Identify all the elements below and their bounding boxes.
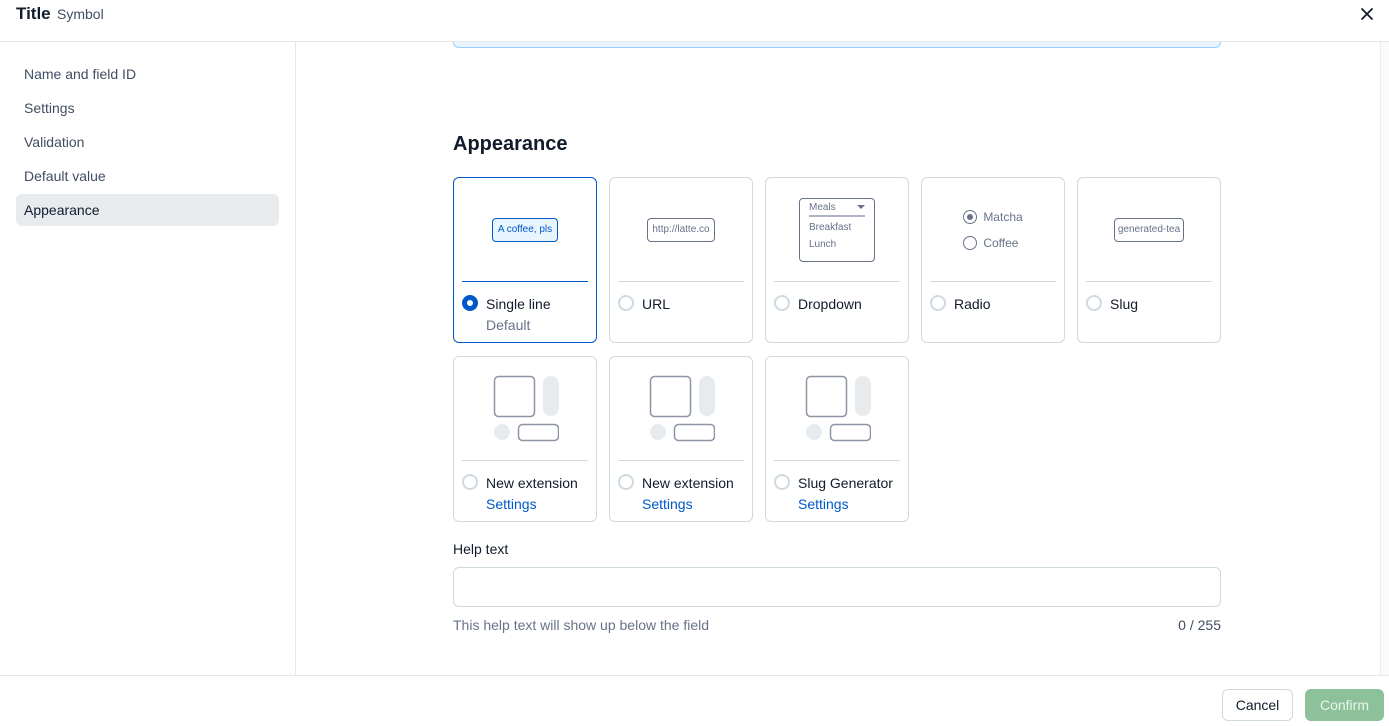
appearance-option-single-line[interactable]: A coffee, pls Single line Default [453,177,597,343]
appearance-option-dropdown[interactable]: Meals Breakfast Lunch Dropdown [765,177,909,343]
field-type: Symbol [57,6,104,22]
field-title: Title [16,4,51,23]
radio-new-extension[interactable] [462,474,478,490]
section-title-appearance: Appearance [453,133,568,155]
help-text-char-count: 0 / 255 [1178,617,1221,633]
appearance-option-slug-generator[interactable]: Slug Generator Settings [765,356,909,522]
confirm-button[interactable]: Confirm [1305,689,1384,721]
sidebar-item-settings[interactable]: Settings [16,92,279,124]
appearance-option-radio[interactable]: Matcha Coffee Radio [921,177,1065,343]
extension-settings-link[interactable]: Settings [486,496,537,512]
modal-footer: Cancel Confirm [0,675,1389,726]
radio-radio[interactable] [930,295,946,311]
preview-slug: generated-tea [1086,178,1212,282]
extension-placeholder-icon [493,375,559,441]
appearance-option-url[interactable]: http://latte.co URL [609,177,753,343]
sidebar-item-default-value[interactable]: Default value [16,160,279,192]
appearance-option-slug[interactable]: generated-tea Slug [1077,177,1221,343]
preview-radio: Matcha Coffee [930,178,1056,282]
preview-radio-option: Matcha [983,209,1023,224]
option-label: Single line [486,296,551,312]
option-label: Radio [954,296,991,312]
extension-settings-link[interactable]: Settings [642,496,693,512]
preview-dropdown: Meals Breakfast Lunch [774,178,900,282]
preview-extension [462,357,588,461]
scrollbar[interactable] [1380,42,1389,675]
main-content: Appearance A coffee, pls Single line Def… [297,42,1380,675]
preview-dropdown-option: Breakfast [809,221,852,233]
preview-input: http://latte.co [647,217,715,242]
preview-extension [774,357,900,461]
preview-single-line: A coffee, pls [462,178,588,282]
radio-slug[interactable] [1086,295,1102,311]
caret-down-icon [857,205,865,209]
sidebar-item-appearance[interactable]: Appearance [16,194,279,226]
close-icon [1361,8,1373,20]
preview-dropdown-option: Lunch [809,238,837,250]
preview-dropdown-head: Meals [809,201,836,213]
close-button[interactable] [1356,3,1378,25]
sidebar-nav: Name and field ID Settings Validation De… [0,42,296,675]
help-text-hint: This help text will show up below the fi… [453,617,710,633]
extension-placeholder-icon [805,375,871,441]
appearance-option-new-extension-1[interactable]: New extension Settings [453,356,597,522]
preview-dropdown-box: Meals Breakfast Lunch [799,197,875,262]
info-note-box [453,42,1221,48]
appearance-option-new-extension-2[interactable]: New extension Settings [609,356,753,522]
radio-slug-generator[interactable] [774,474,790,490]
preview-url: http://latte.co [618,178,744,282]
option-label: URL [642,296,671,312]
option-label: Dropdown [798,296,862,312]
preview-radio-option: Coffee [983,235,1019,250]
help-text-input[interactable] [453,567,1221,607]
extension-settings-link[interactable]: Settings [798,496,849,512]
modal-header: Title Symbol [0,0,1389,42]
preview-input: generated-tea [1113,217,1185,242]
option-label: New extension [486,475,578,491]
preview-extension [618,357,744,461]
extension-placeholder-icon [649,375,715,441]
sidebar-item-name-and-field-id[interactable]: Name and field ID [16,58,279,90]
radio-new-extension[interactable] [618,474,634,490]
help-text-label: Help text [453,541,509,557]
option-label: Slug Generator [798,475,893,491]
option-default-label: Default [486,317,531,333]
radio-unchecked-icon [963,235,978,250]
sidebar-item-validation[interactable]: Validation [16,126,279,158]
cancel-button[interactable]: Cancel [1222,689,1293,721]
radio-checked-icon [963,209,978,224]
option-label: New extension [642,475,734,491]
option-label: Slug [1110,296,1139,312]
radio-url[interactable] [618,295,634,311]
radio-single-line[interactable] [462,295,478,311]
radio-dropdown[interactable] [774,295,790,311]
preview-input: A coffee, pls [491,217,559,242]
